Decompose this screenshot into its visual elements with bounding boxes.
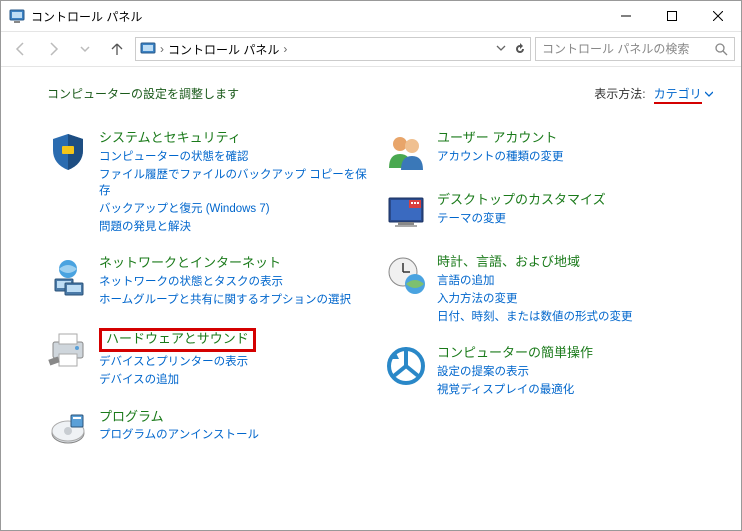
breadcrumb-sep: › [160, 42, 164, 56]
category-title[interactable]: ネットワークとインターネット [99, 255, 351, 272]
refresh-icon[interactable] [514, 43, 526, 55]
category-link[interactable]: 日付、時刻、または数値の形式の変更 [437, 309, 633, 325]
close-button[interactable] [695, 1, 741, 31]
breadcrumb-root[interactable]: コントロール パネル [168, 41, 279, 58]
minimize-button[interactable] [603, 1, 649, 31]
toolbar: › コントロール パネル › [1, 31, 741, 67]
category-link[interactable]: ファイル履歴でファイルのバックアップ コピーを保存 [99, 167, 375, 199]
category-title[interactable]: デスクトップのカスタマイズ [437, 192, 606, 209]
up-button[interactable] [103, 36, 131, 62]
category-link[interactable]: デバイスとプリンターの表示 [99, 354, 256, 370]
network-icon [47, 255, 89, 297]
category-title[interactable]: ユーザー アカウント [437, 130, 564, 147]
shield-icon [47, 130, 89, 172]
back-button[interactable] [7, 36, 35, 62]
highlighted-title-box: ハードウェアとサウンド [99, 328, 256, 352]
category-link[interactable]: 視覚ディスプレイの最適化 [437, 382, 593, 398]
view-dropdown[interactable]: カテゴリ [654, 85, 713, 102]
recent-dropdown[interactable] [71, 36, 99, 62]
category-title[interactable]: 時計、言語、および地域 [437, 254, 633, 271]
category-link[interactable]: デバイスの追加 [99, 372, 256, 388]
category-link[interactable]: コンピューターの状態を確認 [99, 149, 375, 165]
right-column: ユーザー アカウント アカウントの種類の変更 デスクトップのカスタマイズ テーマ… [385, 130, 713, 451]
category-personalization: デスクトップのカスタマイズ テーマの変更 [385, 192, 713, 234]
category-title[interactable]: システムとセキュリティ [99, 130, 375, 147]
view-value: カテゴリ [654, 87, 702, 104]
maximize-button[interactable] [649, 1, 695, 31]
search-icon[interactable] [714, 42, 728, 56]
programs-icon [47, 409, 89, 451]
category-link[interactable]: ネットワークの状態とタスクの表示 [99, 274, 351, 290]
search-box[interactable] [535, 37, 735, 61]
category-clock-language: 時計、言語、および地域 言語の追加 入力方法の変更 日付、時刻、または数値の形式… [385, 254, 713, 325]
category-link[interactable]: 設定の提案の表示 [437, 364, 593, 380]
printer-icon [47, 328, 89, 370]
category-link[interactable]: ホームグループと共有に関するオプションの選択 [99, 292, 351, 308]
category-link[interactable]: 入力方法の変更 [437, 291, 633, 307]
title-bar: コントロール パネル [1, 1, 741, 31]
content-area: コンピューターの設定を調整します 表示方法: カテゴリ システムとセキュリティ … [1, 67, 741, 469]
clock-globe-icon [385, 254, 427, 296]
ease-of-access-icon [385, 345, 427, 387]
address-bar[interactable]: › コントロール パネル › [135, 37, 531, 61]
category-programs: プログラム プログラムのアンインストール [47, 409, 375, 451]
desktop-icon [385, 192, 427, 234]
view-label: 表示方法: [594, 85, 645, 102]
category-title[interactable]: コンピューターの簡単操作 [437, 345, 593, 362]
category-link[interactable]: テーマの変更 [437, 211, 606, 227]
page-heading: コンピューターの設定を調整します [47, 85, 594, 102]
category-user-accounts: ユーザー アカウント アカウントの種類の変更 [385, 130, 713, 172]
control-panel-icon [9, 8, 25, 24]
category-link[interactable]: アカウントの種類の変更 [437, 149, 564, 165]
control-panel-icon [140, 41, 156, 57]
category-network: ネットワークとインターネット ネットワークの状態とタスクの表示 ホームグループと… [47, 255, 375, 308]
left-column: システムとセキュリティ コンピューターの状態を確認 ファイル履歴でファイルのバッ… [47, 130, 375, 451]
category-title[interactable]: ハードウェアとサウンド [106, 331, 249, 346]
category-link[interactable]: プログラムのアンインストール [99, 427, 259, 443]
category-system-security: システムとセキュリティ コンピューターの状態を確認 ファイル履歴でファイルのバッ… [47, 130, 375, 235]
category-hardware-sound: ハードウェアとサウンド デバイスとプリンターの表示 デバイスの追加 [47, 328, 375, 388]
category-ease-of-access: コンピューターの簡単操作 設定の提案の表示 視覚ディスプレイの最適化 [385, 345, 713, 398]
category-link[interactable]: 言語の追加 [437, 273, 633, 289]
forward-button[interactable] [39, 36, 67, 62]
category-link[interactable]: バックアップと復元 (Windows 7) [99, 201, 375, 217]
category-title[interactable]: プログラム [99, 409, 259, 426]
breadcrumb-sep: › [283, 42, 287, 56]
category-link[interactable]: 問題の発見と解決 [99, 219, 375, 235]
users-icon [385, 130, 427, 172]
search-input[interactable] [542, 42, 714, 56]
address-dropdown-icon[interactable] [496, 43, 506, 55]
window-title: コントロール パネル [31, 8, 603, 25]
